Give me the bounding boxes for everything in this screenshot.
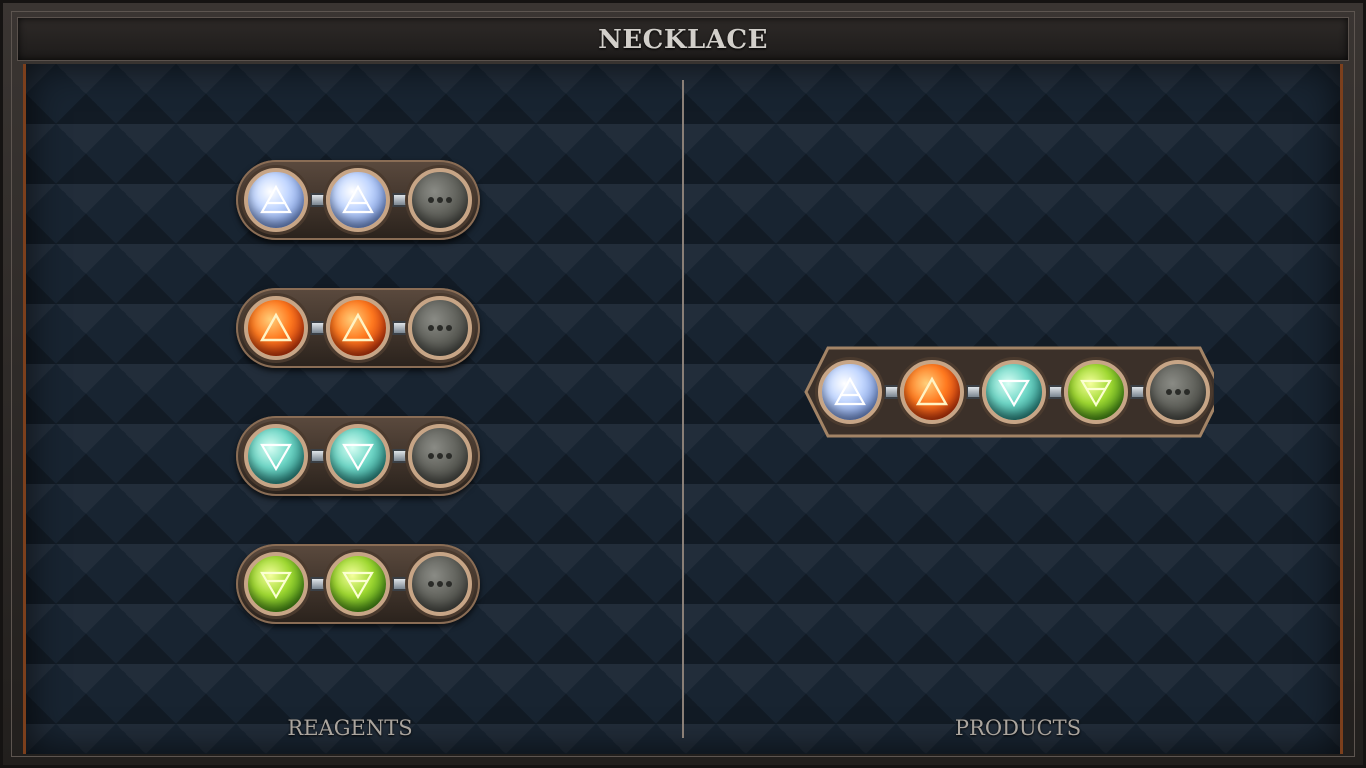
ellipsis-icon	[423, 439, 457, 473]
necklace[interactable]	[236, 416, 480, 496]
empty-slot[interactable]	[408, 552, 472, 616]
fire-gem[interactable]	[244, 296, 308, 360]
water-gem[interactable]	[326, 424, 390, 488]
fire-triangle-icon	[341, 311, 375, 345]
necklace[interactable]	[804, 346, 1218, 438]
air-triangle-icon	[341, 183, 375, 217]
title-bar: NECKLACE	[17, 17, 1349, 61]
air-gem[interactable]	[818, 360, 882, 424]
ellipsis-icon	[1161, 375, 1195, 409]
ellipsis-icon	[423, 311, 457, 345]
window-title: NECKLACE	[598, 25, 768, 55]
fire-gem[interactable]	[326, 296, 390, 360]
water-triangle-icon	[997, 375, 1031, 409]
water-gem[interactable]	[244, 424, 308, 488]
air-triangle-icon	[259, 183, 293, 217]
empty-slot[interactable]	[408, 168, 472, 232]
air-triangle-icon	[833, 375, 867, 409]
fire-triangle-icon	[915, 375, 949, 409]
earth-gem[interactable]	[326, 552, 390, 616]
earth-gem[interactable]	[244, 552, 308, 616]
water-gem[interactable]	[982, 360, 1046, 424]
water-triangle-icon	[259, 439, 293, 473]
earth-triangle-icon	[259, 567, 293, 601]
fire-triangle-icon	[259, 311, 293, 345]
ellipsis-icon	[423, 567, 457, 601]
empty-slot[interactable]	[408, 296, 472, 360]
necklace[interactable]	[236, 288, 480, 368]
empty-slot[interactable]	[408, 424, 472, 488]
fire-gem[interactable]	[900, 360, 964, 424]
necklace[interactable]	[236, 160, 480, 240]
panel-divider	[682, 80, 684, 738]
earth-triangle-icon	[341, 567, 375, 601]
air-gem[interactable]	[326, 168, 390, 232]
products-label: PRODUCTS	[954, 716, 1082, 740]
earth-triangle-icon	[1079, 375, 1113, 409]
earth-gem[interactable]	[1064, 360, 1128, 424]
ellipsis-icon	[423, 183, 457, 217]
air-gem[interactable]	[244, 168, 308, 232]
necklace[interactable]	[236, 544, 480, 624]
reagents-label: REAGENTS	[287, 716, 413, 740]
empty-slot[interactable]	[1146, 360, 1210, 424]
water-triangle-icon	[341, 439, 375, 473]
